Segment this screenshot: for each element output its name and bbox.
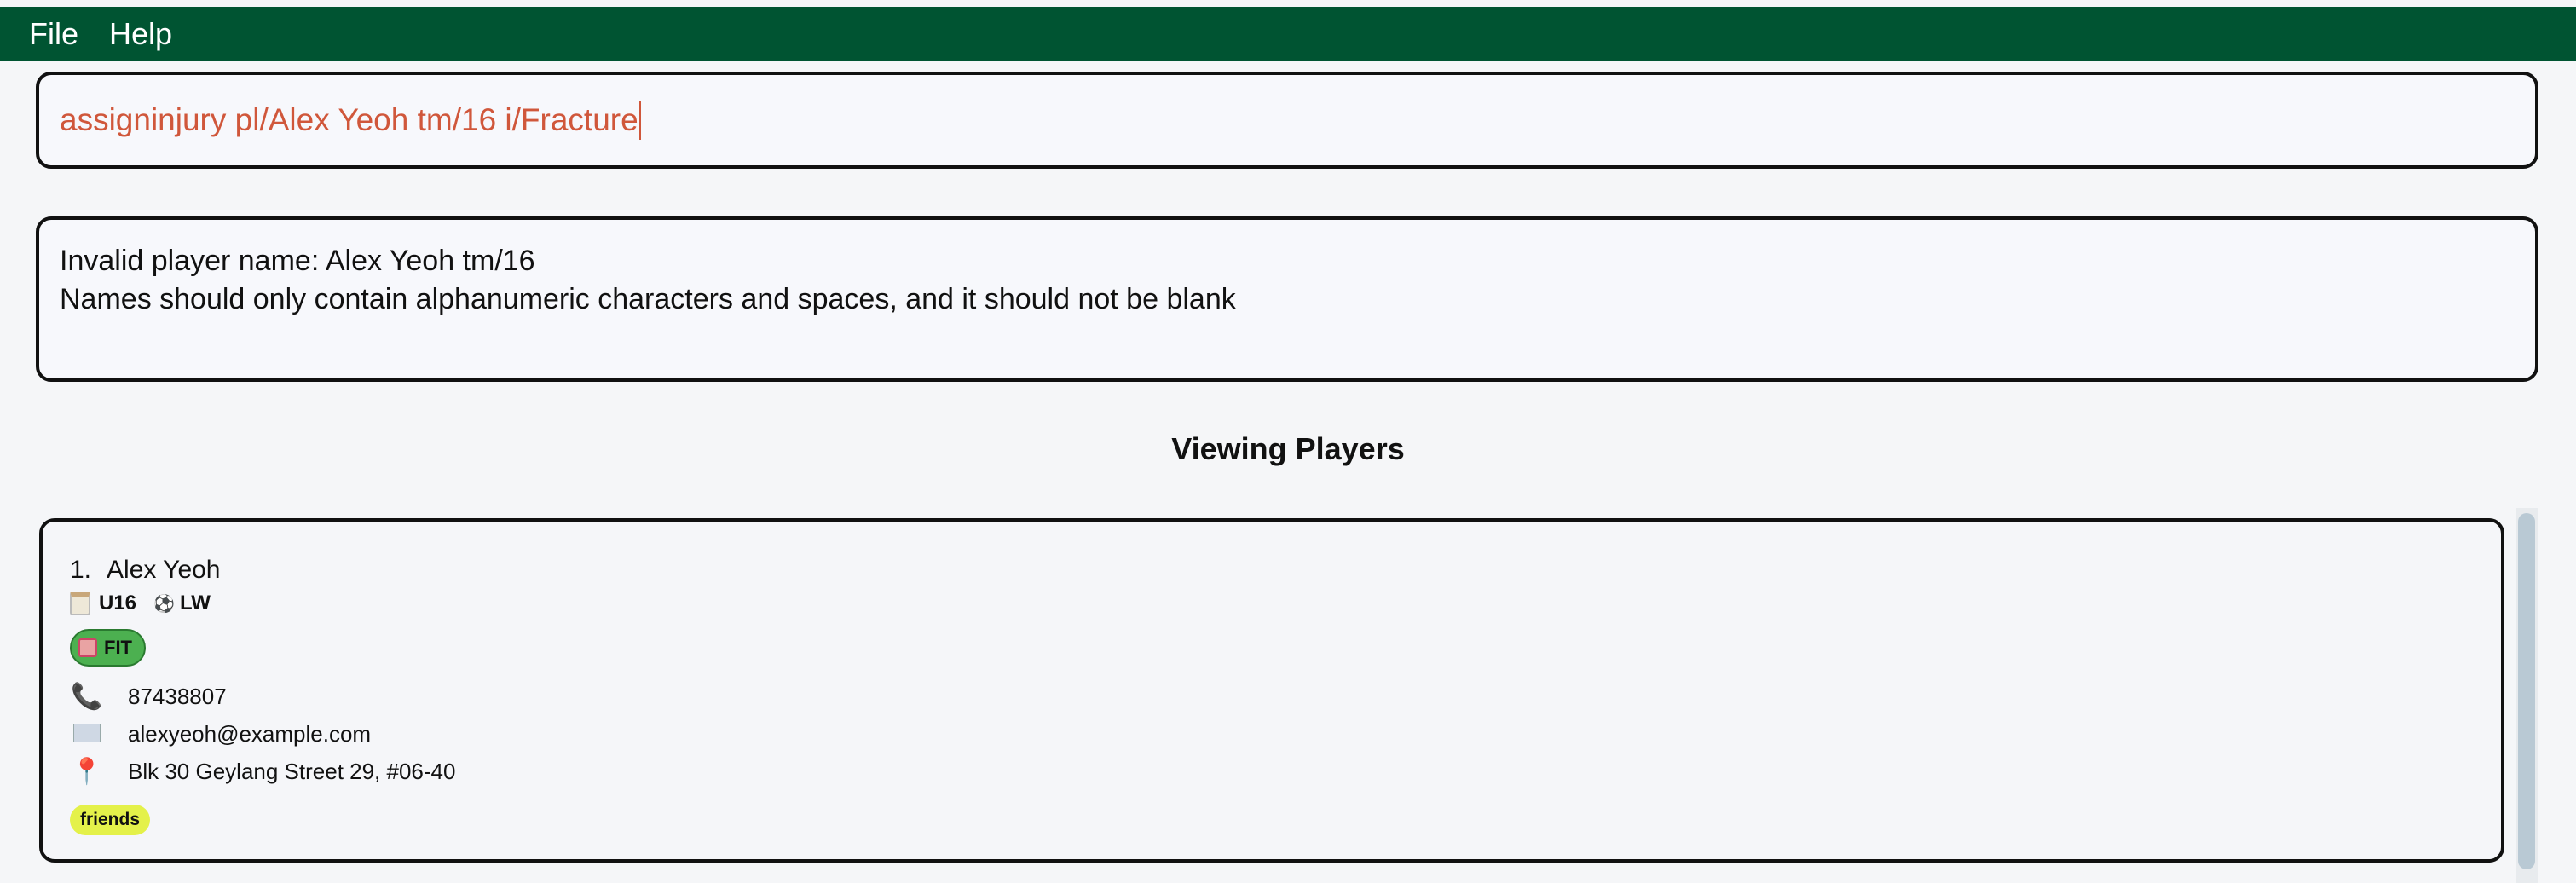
command-input-text[interactable]: assigninjury pl/Alex Yeoh tm/16 i/Fractu… [60, 102, 638, 138]
window-top-strip [0, 0, 2576, 7]
player-team: U16 [99, 592, 137, 615]
status-badge: FIT [70, 629, 146, 667]
player-address: Blk 30 Geylang Street 29, #06-40 [128, 759, 456, 784]
player-name: Alex Yeoh [107, 556, 221, 584]
menu-bar: File Help [0, 7, 2576, 61]
menu-file[interactable]: File [14, 7, 94, 61]
injury-status-icon [78, 638, 97, 657]
app-window: File Help assigninjury pl/Alex Yeoh tm/1… [0, 0, 2576, 883]
tag-badge: friends [70, 805, 151, 835]
map-pin-icon: 📍 [71, 757, 103, 786]
phone-row: 📞 87438807 [70, 682, 227, 711]
player-meta-row: U16 ⚽ LW [70, 592, 211, 615]
text-caret [638, 101, 641, 140]
result-line-1: Invalid player name: Alex Yeoh tm/16 [60, 245, 535, 277]
player-list: 1. Alex Yeoh U16 ⚽ LW FIT 📞 87438807 alex… [39, 518, 2504, 863]
command-input[interactable]: assigninjury pl/Alex Yeoh tm/16 i/Fractu… [36, 72, 2538, 169]
list-heading: Viewing Players [1171, 431, 1405, 466]
player-name-row: 1. Alex Yeoh [70, 556, 221, 585]
soccer-ball-icon: ⚽ [153, 594, 175, 614]
address-row: 📍 Blk 30 Geylang Street 29, #06-40 [70, 759, 455, 785]
mail-icon [70, 722, 104, 747]
result-line-2: Names should only contain alphanumeric c… [60, 283, 1236, 315]
list-scrollbar-thumb[interactable] [2518, 513, 2535, 869]
player-position: LW [179, 592, 211, 615]
player-phone: 87438807 [128, 684, 227, 709]
email-row: alexyeoh@example.com [70, 721, 371, 747]
phone-icon: 📞 [71, 682, 103, 711]
status-label: FIT [104, 637, 132, 658]
player-index: 1. [70, 556, 92, 584]
menu-help[interactable]: Help [94, 7, 188, 61]
player-email: alexyeoh@example.com [128, 721, 372, 747]
calendar-icon [70, 592, 90, 615]
result-display: Invalid player name: Alex Yeoh tm/16 Nam… [36, 216, 2538, 382]
